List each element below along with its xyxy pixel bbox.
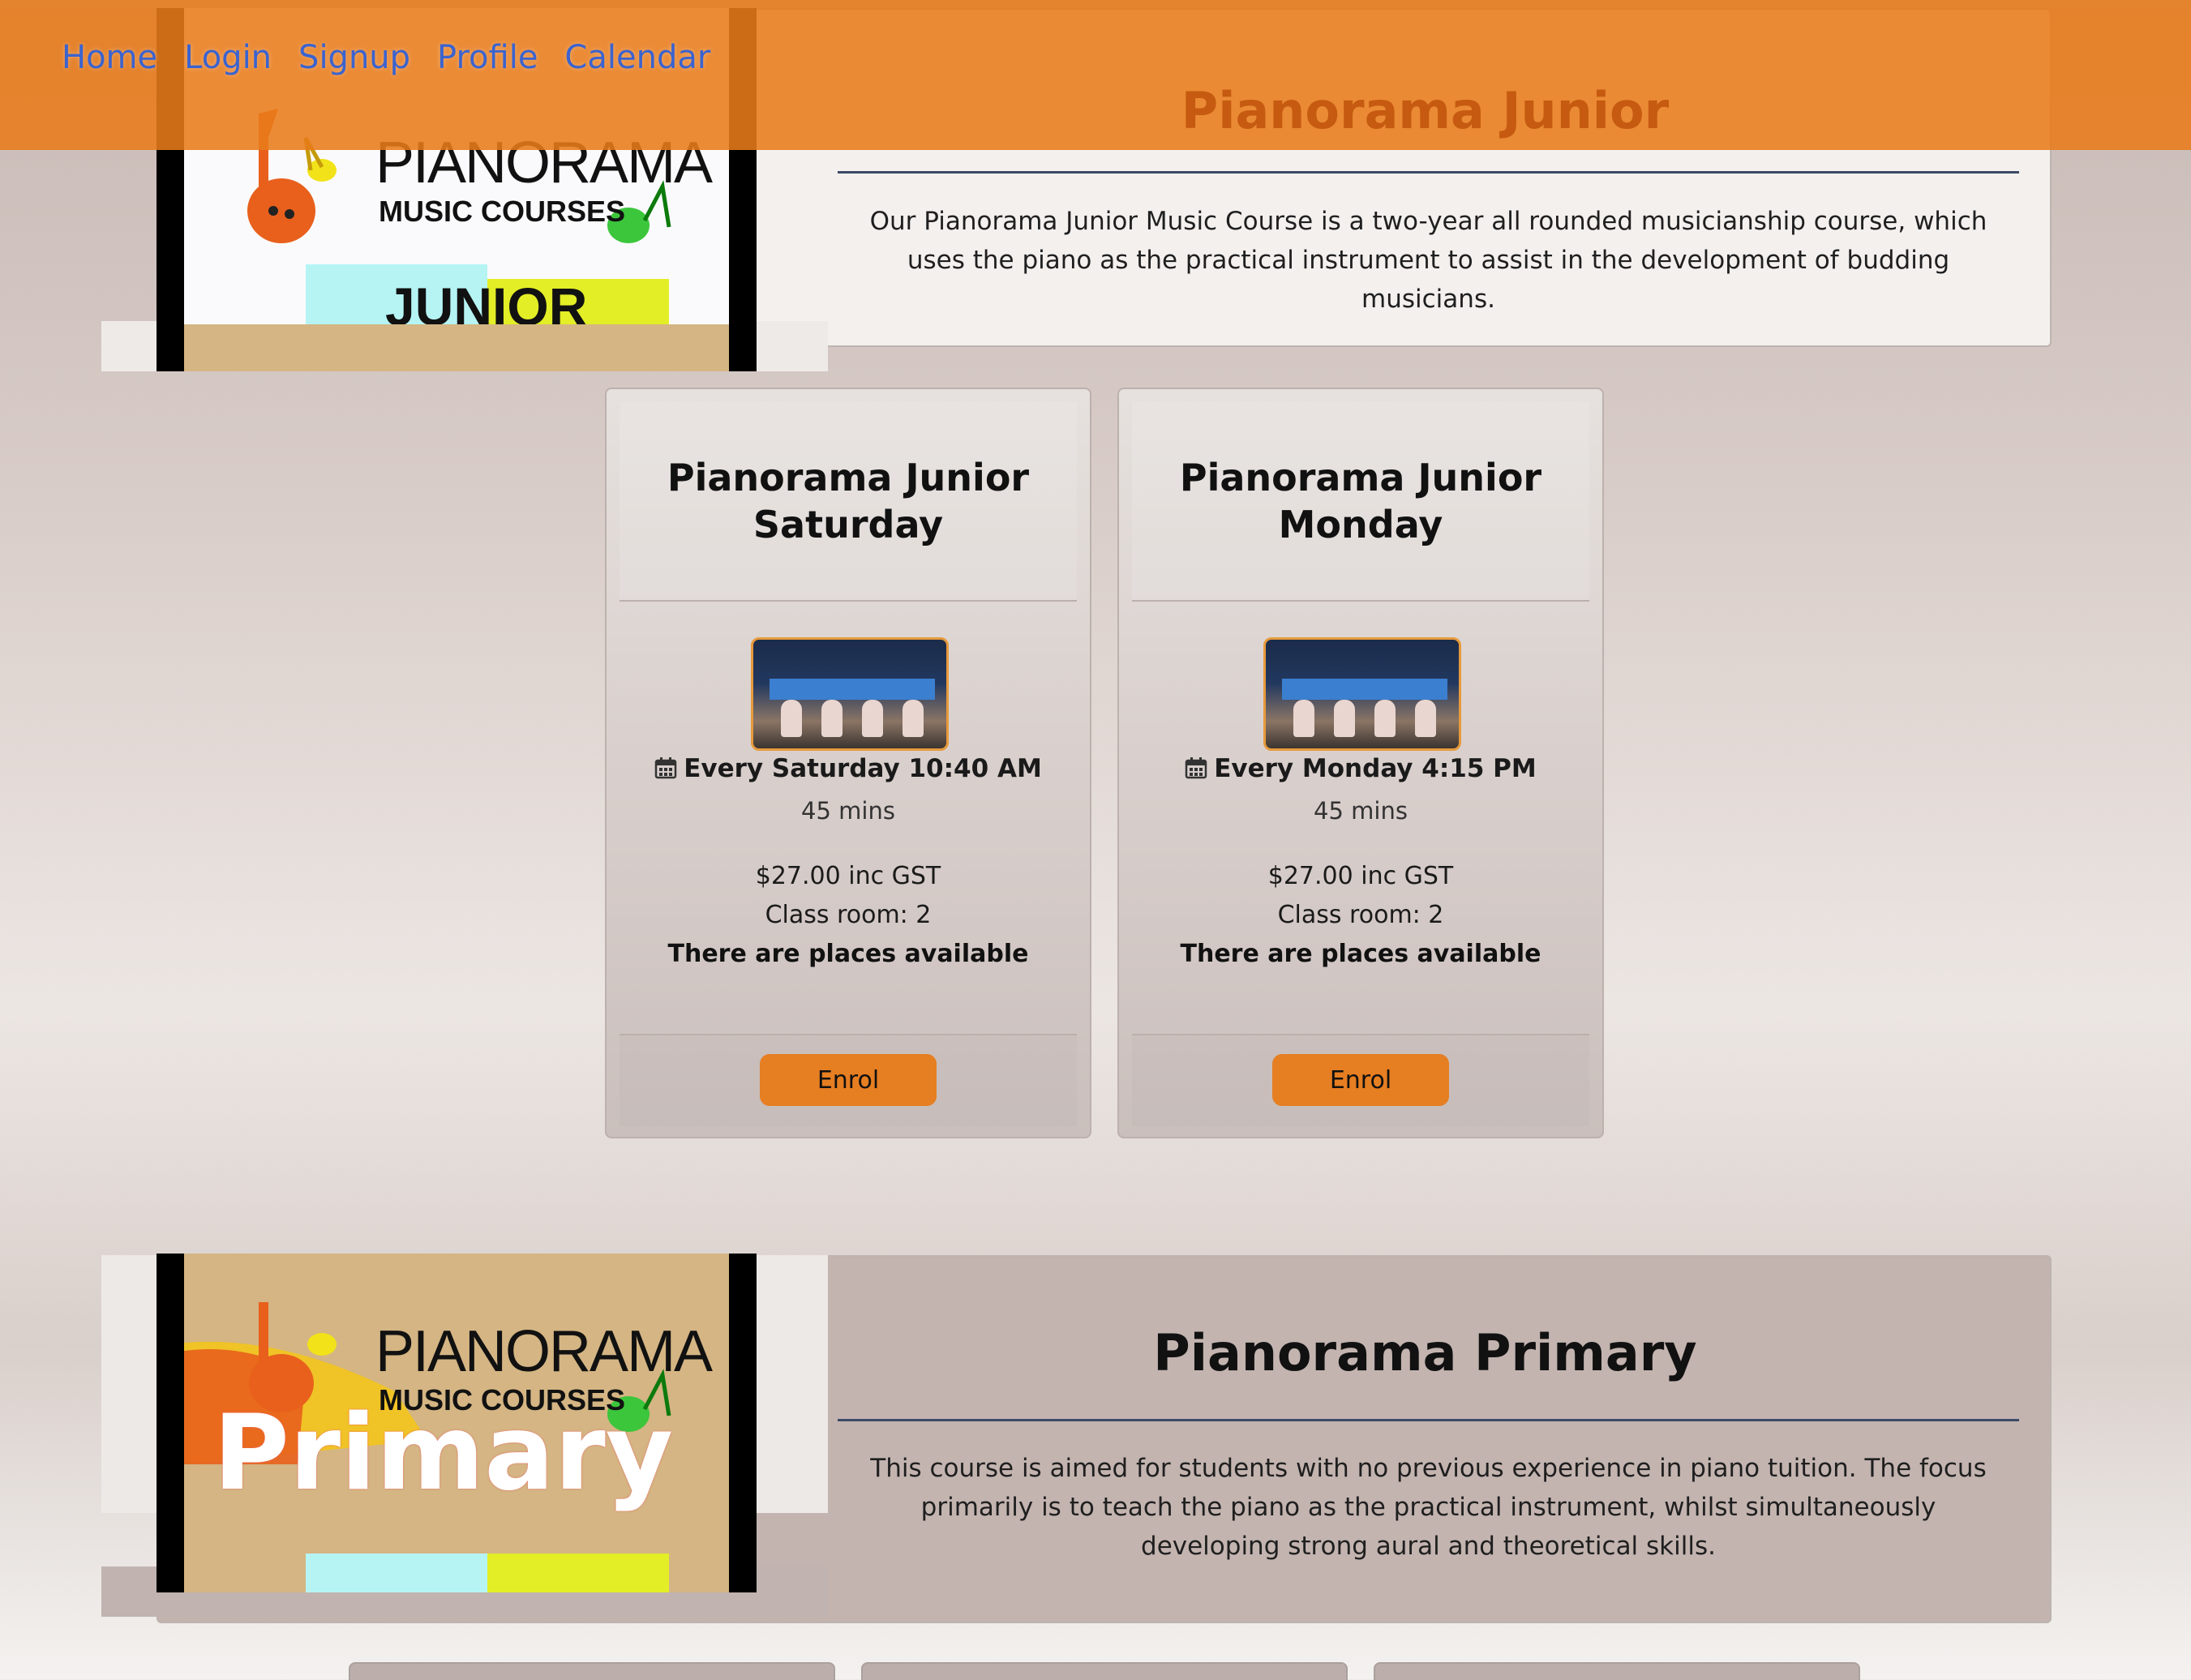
logo-color-block bbox=[306, 1554, 487, 1592]
class-card: Pianorama Junior Monday Every Monday 4:1… bbox=[1117, 388, 1604, 1138]
logo-brand-text: PIANORAMA bbox=[375, 1319, 713, 1384]
class-time: Every Saturday 10:40 AM bbox=[607, 754, 1090, 783]
course-title: Pianorama Junior bbox=[1181, 81, 1670, 140]
photo-banner bbox=[1282, 679, 1447, 700]
class-card bbox=[861, 1662, 1348, 1680]
nav-link-profile[interactable]: Profile bbox=[437, 39, 538, 76]
photo-figure bbox=[781, 700, 802, 737]
title-divider bbox=[838, 1419, 2019, 1421]
logo-strip bbox=[184, 324, 729, 371]
calendar-icon bbox=[1185, 757, 1207, 779]
nav-link-login[interactable]: Login bbox=[184, 39, 272, 76]
class-time-text: Every Monday 4:15 PM bbox=[1214, 754, 1537, 783]
class-title: Pianorama Junior Monday bbox=[1132, 402, 1589, 602]
logo-subtitle-text: MUSIC COURSES bbox=[379, 195, 626, 228]
class-duration: 45 mins bbox=[801, 797, 895, 825]
photo-figure bbox=[862, 700, 883, 737]
logo-canvas: PIANORAMA MUSIC COURSES Primary bbox=[184, 1254, 729, 1592]
logo-tag-text: Primary bbox=[213, 1393, 674, 1514]
course-title: Pianorama Primary bbox=[1153, 1323, 1697, 1382]
class-price: $27.00 inc GST bbox=[755, 862, 941, 890]
class-time-text: Every Saturday 10:40 AM bbox=[684, 754, 1042, 783]
photo-figure bbox=[1415, 700, 1436, 737]
class-card bbox=[349, 1662, 835, 1680]
class-availability: There are places available bbox=[1180, 940, 1541, 968]
card-footer: Enrol bbox=[620, 1034, 1077, 1126]
photo-figure bbox=[1334, 700, 1355, 737]
class-room: Class room: 2 bbox=[1277, 901, 1444, 929]
photo-figure bbox=[1374, 700, 1396, 737]
class-photo bbox=[751, 637, 949, 751]
nav-link-signup[interactable]: Signup bbox=[298, 39, 410, 76]
calendar-icon bbox=[654, 757, 677, 779]
class-photo bbox=[1263, 637, 1461, 751]
photo-figure bbox=[903, 700, 924, 737]
card-footer: Enrol bbox=[1132, 1034, 1589, 1126]
enrol-button[interactable]: Enrol bbox=[1272, 1054, 1449, 1106]
primary-logo-image: PIANORAMA MUSIC COURSES Primary bbox=[156, 1254, 757, 1592]
class-price: $27.00 inc GST bbox=[1267, 862, 1454, 890]
class-room: Class room: 2 bbox=[765, 901, 932, 929]
photo-banner bbox=[770, 679, 935, 700]
nav-links: Home Login Signup Profile Calendar bbox=[62, 39, 737, 76]
enrol-button[interactable]: Enrol bbox=[760, 1054, 937, 1106]
class-card bbox=[1374, 1662, 1860, 1680]
class-availability: There are places available bbox=[667, 940, 1029, 968]
photo-figure bbox=[1293, 700, 1314, 737]
nav-link-calendar[interactable]: Calendar bbox=[564, 39, 710, 76]
photo-figure bbox=[821, 700, 843, 737]
class-card: Pianorama Junior Saturday Every Saturday… bbox=[605, 388, 1091, 1138]
course-description: This course is aimed for students with n… bbox=[870, 1454, 1987, 1561]
course-description: Our Pianorama Junior Music Course is a t… bbox=[869, 207, 1987, 314]
title-divider bbox=[838, 171, 2019, 174]
class-title: Pianorama Junior Saturday bbox=[620, 402, 1077, 602]
logo-color-block bbox=[487, 1554, 669, 1592]
class-time: Every Monday 4:15 PM bbox=[1119, 754, 1602, 783]
nav-link-home[interactable]: Home bbox=[62, 39, 157, 76]
class-duration: 45 mins bbox=[1314, 797, 1408, 825]
